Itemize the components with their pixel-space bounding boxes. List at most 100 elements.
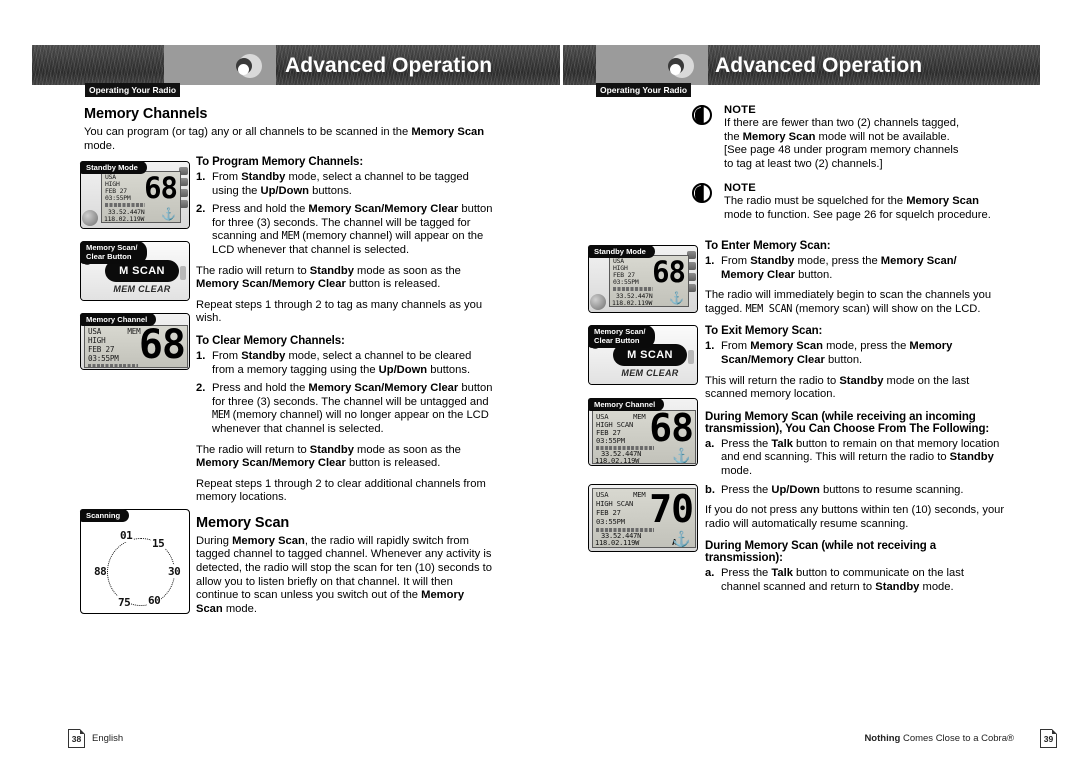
list-item: b. Press the Up/Down buttons to resume sc… <box>705 483 964 496</box>
during-rx-steps-list: a. Press the Talk button to remain on tha… <box>705 438 1005 497</box>
figure-mscan-button-left: C M SCAN MEM CLEAR Memory Scan/ Clear Bu… <box>80 241 190 301</box>
lcd-line-band-mem: USA MEM <box>88 327 141 336</box>
lcd-anchor-icon: ⚓ <box>672 448 691 464</box>
lcd-longitude: 118.02.119W <box>104 215 145 223</box>
figure-scanning-dial: 01 15 30 60 75 88 Scanning <box>80 509 190 614</box>
lcd-screen: USA MEM HIGH SCAN FEB 27 03:55PM 70 33.5… <box>592 488 696 548</box>
dial-number-60: 60 <box>147 594 162 607</box>
figure-caption: Standby Mode <box>80 161 147 175</box>
during-norx-steps-list: a. Press the Talk button to communicate o… <box>705 567 1005 594</box>
list-item: a. Press the Talk button to remain on tha… <box>705 437 1000 477</box>
intro-paragraph: You can program (or tag) any or all chan… <box>84 126 485 152</box>
list-item: 2. Press and hold the Memory Scan/Memory … <box>196 382 493 435</box>
lcd-anchor-icon: ⚓ <box>672 531 691 548</box>
cobra-logo-icon <box>660 54 694 78</box>
lcd-signal-bar <box>88 364 138 367</box>
program-repeat-note: Repeat steps 1 through 2 to tag as many … <box>196 298 483 325</box>
header-right-page: Advanced Operation <box>563 45 1040 85</box>
lcd-signal-bar <box>105 203 145 207</box>
figure-mscan-button-right: C M SCAN MEM CLEAR Memory Scan/ Clear Bu… <box>588 325 698 385</box>
section-tag-right: Operating Your Radio <box>596 83 692 97</box>
clear-steps-list: 1. From Standby mode, select a channel to… <box>196 350 493 437</box>
heading-during-memory-scan-not-receiving: During Memory Scan (while not receiving … <box>705 540 937 565</box>
lcd-anchor-icon: ⚓ <box>669 291 684 305</box>
mem-clear-label: MEM CLEAR <box>621 368 679 378</box>
page-title-left: Advanced Operation <box>285 54 493 77</box>
lcd-line-date: FEB 27 <box>88 345 115 354</box>
figure-memory-channel-left: USA MEM HIGH FEB 27 03:55PM 68 Memory Ch… <box>80 313 190 370</box>
figure-memory-channel-right-top: USA MEM HIGH SCAN FEB 27 03:55PM 68 33.5… <box>588 398 698 466</box>
figure-caption: Standby Mode <box>588 245 655 259</box>
lcd-screen: USA MEM HIGH FEB 27 03:55PM 68 <box>84 325 188 368</box>
note-title: NOTE <box>724 104 756 116</box>
lcd-channel-number: 68 <box>649 410 694 450</box>
figure-caption: Memory Scan/ Clear Button <box>80 241 147 264</box>
lcd-line-power-scan: HIGH SCAN <box>596 499 634 508</box>
lcd-line-band-mem: USA MEM <box>596 490 646 499</box>
right-notes-block: NOTE If there are fewer than two (2) cha… <box>690 104 1000 233</box>
list-item: a. Press the Talk button to communicate o… <box>705 567 964 593</box>
tagline: Nothing Comes Close to a Cobra® <box>864 733 1014 744</box>
right-text-column: To Enter Memory Scan: 1. From Standby mod… <box>705 240 1005 602</box>
heading-to-clear-memory-channels: To Clear Memory Channels: <box>196 334 345 347</box>
lcd-line-power: HIGH <box>88 336 106 345</box>
page-number-badge-left: 38 <box>68 729 85 748</box>
note-block-2: NOTE The radio must be squelched for the… <box>690 182 1000 222</box>
panel-edge-detail <box>688 350 694 364</box>
program-release-note: The radio will return to Standby mode as… <box>196 264 461 291</box>
memory-channels-intro-block: Memory Channels You can program (or tag)… <box>84 106 494 160</box>
note-icon <box>692 105 712 125</box>
figure-caption: Memory Scan/ Clear Button <box>588 325 655 348</box>
section-heading-memory-scan: Memory Scan <box>196 514 290 531</box>
manual-page-spread: Advanced Operation Operating Your Radio … <box>0 0 1080 775</box>
lcd-line-time: 03:55PM <box>596 517 625 526</box>
lcd-longitude: 118.02.119W <box>595 457 640 464</box>
exit-steps-list: 1. From Memory Scan mode, press the Memor… <box>705 340 1005 367</box>
note-icon <box>692 183 712 204</box>
dial-number-01: 01 <box>119 529 134 542</box>
lcd-anchor-icon: ⚓ <box>161 207 176 221</box>
figure-caption: Scanning <box>80 509 130 523</box>
lcd-channel-number: 70 <box>649 488 694 531</box>
heading-to-program-memory-channels: To Program Memory Channels: <box>196 156 364 168</box>
section-tag-left: Operating Your Radio <box>85 83 181 97</box>
language-label: English <box>92 733 124 744</box>
radio-knob <box>82 210 98 226</box>
figure-memory-channel-right-bottom: USA MEM HIGH SCAN FEB 27 03:55PM 70 33.5… <box>588 484 698 552</box>
dial-number-15: 15 <box>151 537 166 550</box>
list-item: 1. From Memory Scan mode, press the Memor… <box>705 340 953 366</box>
page-title-right: Advanced Operation <box>715 54 923 77</box>
figure-standby-mode-right: USA HIGH FEB 27 03:55PM 68 33.52.447N 11… <box>588 245 698 313</box>
exit-result-note: This will return the radio to Standby mo… <box>705 374 970 401</box>
program-steps-list: 1. From Standby mode, select a channel to… <box>196 171 493 258</box>
cobra-logo-icon <box>228 54 262 78</box>
enter-steps-list: 1. From Standby mode, press the Memory Sc… <box>705 255 1005 282</box>
mem-clear-label: MEM CLEAR <box>113 284 171 294</box>
heading-during-memory-scan-receiving: During Memory Scan (while receiving an i… <box>705 410 990 435</box>
section-heading-memory-channels: Memory Channels <box>84 106 208 122</box>
lcd-channel-number: 68 <box>652 255 686 289</box>
note-block-1: NOTE If there are fewer than two (2) cha… <box>690 104 1000 171</box>
dial-number-30: 30 <box>167 565 182 578</box>
during-rx-timeout-note: If you do not press any buttons within t… <box>705 504 1005 530</box>
lcd-longitude: 118.02.119W <box>612 299 653 307</box>
lcd-signal-bar <box>613 287 653 291</box>
list-item: 1. From Standby mode, press the Memory Sc… <box>705 255 957 281</box>
note-text: If there are fewer than two (2) channels… <box>724 117 960 170</box>
lcd-screen: USA MEM HIGH SCAN FEB 27 03:55PM 68 33.5… <box>592 410 696 464</box>
note-text: The radio must be squelched for the Memo… <box>724 195 991 221</box>
left-text-column: To Program Memory Channels: 1. From Stand… <box>196 156 493 623</box>
lcd-line-time: 03:55PM <box>613 278 639 286</box>
dial-number-75: 75 <box>117 596 132 609</box>
lcd-channel-number: 68 <box>138 325 186 368</box>
heading-to-enter-memory-scan: To Enter Memory Scan: <box>705 240 831 252</box>
list-item: 2. Press and hold the Memory Scan/Memory … <box>196 203 493 256</box>
memory-scan-description: During Memory Scan, the radio will rapid… <box>196 534 493 615</box>
lcd-longitude: 118.02.119W <box>595 539 640 547</box>
clear-release-note: The radio will return to Standby mode as… <box>196 443 461 470</box>
list-item: 1. From Standby mode, select a channel to… <box>196 349 472 376</box>
enter-result-note: The radio will immediately begin to scan… <box>705 289 992 315</box>
heading-to-exit-memory-scan: To Exit Memory Scan: <box>705 325 823 338</box>
lcd-screen: USA HIGH FEB 27 03:55PM 68 33.52.447N 11… <box>609 255 689 307</box>
page-footer: 38 English Nothing Comes Close to a Cobr… <box>0 715 1080 775</box>
